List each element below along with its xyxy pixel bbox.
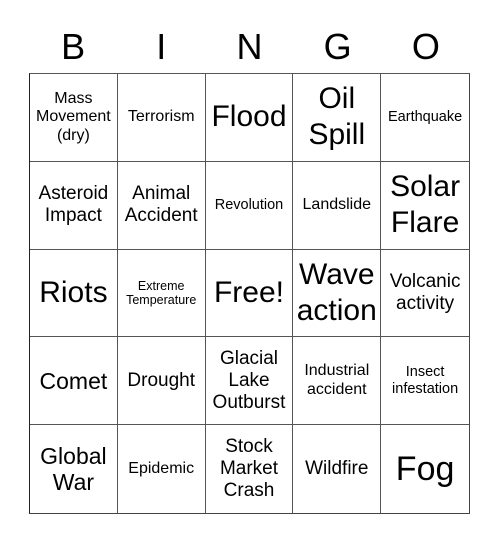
cell-text: Mass Movement (dry) xyxy=(36,89,111,144)
cell-text: Earthquake xyxy=(388,109,463,126)
bingo-cell[interactable]: Solar Flare xyxy=(381,162,469,250)
bingo-cell[interactable]: Mass Movement (dry) xyxy=(30,74,118,162)
cell-text: Fog xyxy=(395,449,455,488)
bingo-grid: Mass Movement (dry) Terrorism Flood Oil … xyxy=(29,73,470,514)
cell-text: Wave action xyxy=(296,257,377,327)
cell-text: Free! xyxy=(213,275,284,309)
header-letter-n: N xyxy=(236,26,263,67)
cell-text: Comet xyxy=(39,367,108,394)
bingo-cell[interactable]: Stock Market Crash xyxy=(206,425,294,513)
cell-text: Oil Spill xyxy=(308,82,366,152)
bingo-cell[interactable]: Comet xyxy=(30,337,118,426)
bingo-cell[interactable]: Terrorism xyxy=(117,74,206,162)
cell-text: Solar Flare xyxy=(390,170,461,240)
cell-text: Insect infestation xyxy=(392,364,459,397)
bingo-cell[interactable]: Riots xyxy=(30,249,118,338)
bingo-cell[interactable]: Fog xyxy=(381,425,469,513)
cell-text: Industrial accident xyxy=(304,362,370,398)
bingo-cell[interactable]: Volcanic activity xyxy=(381,250,469,338)
bingo-cell[interactable]: Wildfire xyxy=(293,425,382,513)
cell-text: Epidemic xyxy=(128,459,195,477)
cell-text: Extreme Temperature xyxy=(126,278,197,307)
header-letter-i: I xyxy=(156,26,167,67)
cell-text: Glacial Lake Outburst xyxy=(212,348,286,413)
bingo-cell[interactable]: Animal Accident xyxy=(117,161,206,250)
bingo-cell[interactable]: Landslide xyxy=(293,161,382,250)
bingo-cell[interactable]: Earthquake xyxy=(381,74,469,162)
cell-text: Volcanic activity xyxy=(389,271,461,314)
bingo-cell[interactable]: Wave action xyxy=(293,249,382,338)
bingo-cell[interactable]: Epidemic xyxy=(118,425,206,513)
bingo-cell[interactable]: Industrial accident xyxy=(293,337,382,426)
cell-text: Stock Market Crash xyxy=(219,436,279,502)
header-letter-g: G xyxy=(323,26,352,67)
bingo-cell[interactable]: Drought xyxy=(117,337,206,426)
bingo-cell[interactable]: Flood xyxy=(205,74,294,162)
bingo-cell[interactable]: Global War xyxy=(30,425,118,513)
cell-text: Riots xyxy=(39,275,108,309)
free-space-cell[interactable]: Free! xyxy=(205,249,294,338)
cell-text: Asteroid Impact xyxy=(38,183,109,227)
cell-text: Revolution xyxy=(214,196,284,213)
bingo-cell[interactable]: Extreme Temperature xyxy=(117,249,206,338)
cell-text: Flood xyxy=(211,100,287,134)
bingo-cell[interactable]: Glacial Lake Outburst xyxy=(205,337,294,426)
bingo-cell[interactable]: Oil Spill xyxy=(293,74,382,162)
header-letter-o: O xyxy=(411,26,440,67)
bingo-cell[interactable]: Revolution xyxy=(205,161,294,250)
cell-text: Animal Accident xyxy=(124,183,198,227)
bingo-cell[interactable]: Insect infestation xyxy=(381,337,469,426)
cell-text: Terrorism xyxy=(127,108,195,126)
bingo-header: B I N G O xyxy=(29,24,470,70)
cell-text: Global War xyxy=(40,442,107,496)
cell-text: Landslide xyxy=(302,196,372,213)
cell-text: Drought xyxy=(127,369,195,391)
header-letter-b: B xyxy=(61,26,86,67)
bingo-cell[interactable]: Asteroid Impact xyxy=(30,161,118,250)
cell-text: Wildfire xyxy=(305,458,369,480)
